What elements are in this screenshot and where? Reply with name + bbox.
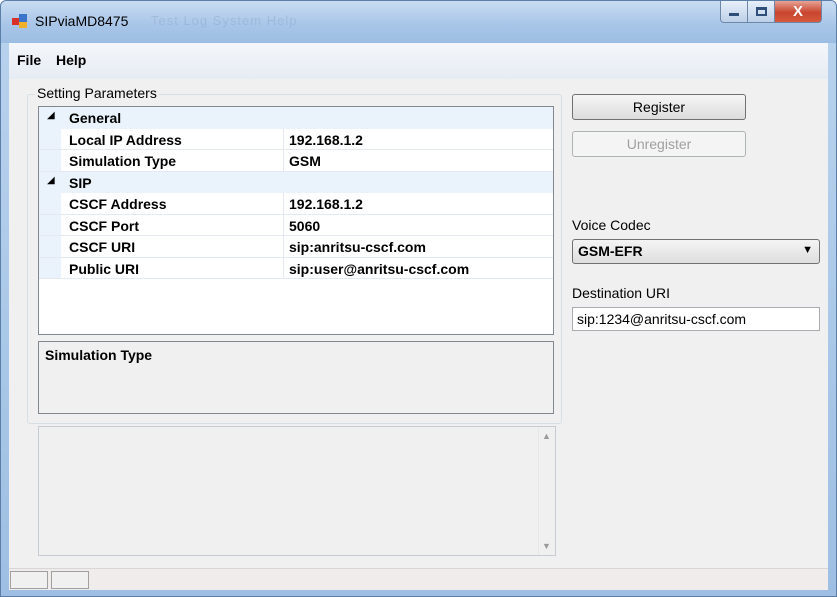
property-grid[interactable]: ◢ General Local IP Address 192.168.1.2 S… [38,106,554,335]
register-button[interactable]: Register [572,94,746,120]
status-panel [10,571,48,589]
property-row[interactable]: CSCF URI sip:anritsu-cscf.com [39,236,553,258]
property-row[interactable]: Public URI sip:user@anritsu-cscf.com [39,257,553,279]
destination-uri-field[interactable] [572,307,820,331]
maximize-button[interactable] [748,1,775,23]
scroll-down-icon[interactable]: ▼ [542,541,551,551]
property-name: Public URI [69,260,140,277]
property-row[interactable]: CSCF Port 5060 [39,214,553,236]
minimize-button[interactable] [720,1,748,23]
property-row[interactable]: CSCF Address 192.168.1.2 [39,193,553,215]
triangle-expanded-icon[interactable]: ◢ [47,175,55,186]
close-icon: X [792,3,803,20]
app-icon [12,14,28,28]
category-label: General [69,110,122,126]
group-label: Setting Parameters [35,85,159,101]
property-name: Simulation Type [69,153,177,169]
category-sip[interactable]: ◢ SIP [39,171,553,193]
unregister-button[interactable]: Unregister [572,131,746,157]
scroll-up-icon[interactable]: ▲ [542,431,551,441]
voice-codec-select[interactable]: GSM-EFR ▼ [572,239,820,264]
title-ghost-text: Test Log System Help [151,13,298,28]
property-row[interactable]: Simulation Type GSM [39,150,553,172]
app-window: SIPviaMD8475 Test Log System Help X File… [0,0,837,597]
property-name: CSCF URI [69,239,136,255]
triangle-expanded-icon[interactable]: ◢ [47,110,55,121]
log-textarea[interactable]: ▲ ▼ [38,426,556,556]
status-bar [9,568,828,590]
property-name: Local IP Address [69,131,182,148]
property-value[interactable]: 192.168.1.2 [289,196,363,212]
category-general[interactable]: ◢ General [39,107,553,129]
close-button[interactable]: X [775,1,822,23]
window-title: SIPviaMD8475 [35,13,129,29]
destination-uri-input[interactable] [573,308,819,330]
voice-codec-value: GSM-EFR [578,243,643,259]
minimize-icon [729,13,739,16]
property-value[interactable]: GSM [289,153,321,169]
vertical-scrollbar[interactable]: ▲ ▼ [538,427,555,555]
maximize-icon [755,7,767,16]
category-label: SIP [69,174,92,191]
menu-file[interactable]: File [17,52,41,68]
client-area: File Help Setting Parameters ◢ General L… [9,43,828,590]
description-title: Simulation Type [45,347,153,363]
title-bar[interactable]: SIPviaMD8475 Test Log System Help X [1,1,836,43]
status-panel [51,571,89,589]
property-description-panel: Simulation Type [38,341,554,414]
property-value[interactable]: sip:user@anritsu-cscf.com [289,261,469,277]
menu-bar: File Help [9,43,828,79]
property-value[interactable]: sip:anritsu-cscf.com [289,239,426,255]
voice-codec-label: Voice Codec [572,217,651,233]
property-name: CSCF Address [69,196,167,212]
menu-help[interactable]: Help [56,52,86,68]
property-value[interactable]: 192.168.1.2 [289,132,363,148]
chevron-down-icon[interactable]: ▼ [802,244,813,256]
property-value[interactable]: 5060 [289,218,320,234]
property-name: CSCF Port [69,217,139,234]
property-row[interactable]: Local IP Address 192.168.1.2 [39,128,553,150]
destination-uri-label: Destination URI [572,285,671,301]
